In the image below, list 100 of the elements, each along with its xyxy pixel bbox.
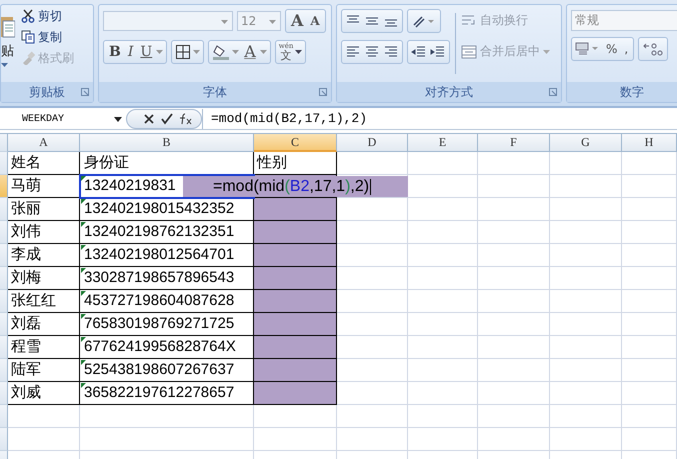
table-cell: 525438198607267637: [84, 361, 234, 378]
row-header[interactable]: [0, 175, 8, 198]
paste-label[interactable]: 贴: [1, 42, 14, 60]
empty-cell: [622, 244, 677, 267]
launcher-icon[interactable]: [81, 88, 89, 96]
table-cell: 姓名: [11, 154, 41, 171]
launcher-icon[interactable]: [319, 88, 327, 96]
row-header[interactable]: [0, 290, 8, 313]
empty-cell: [550, 290, 622, 313]
borders-icon[interactable]: [175, 44, 192, 60]
font-style-button[interactable]: I: [126, 44, 136, 58]
caret-icon: [114, 116, 122, 122]
font-name-dropdown[interactable]: [103, 10, 233, 30]
empty-cell: [622, 198, 677, 221]
empty-cell: [550, 405, 622, 428]
column-header[interactable]: C: [254, 134, 337, 152]
row-header[interactable]: [0, 428, 8, 451]
empty-cell: [478, 405, 550, 428]
column-header[interactable]: H: [622, 134, 677, 152]
row-header[interactable]: [0, 198, 8, 221]
empty-cell: [550, 359, 622, 382]
shrink-font-button[interactable]: A: [308, 14, 322, 26]
row-header[interactable]: [0, 313, 8, 336]
empty-cell: [622, 290, 677, 313]
empty-cell: [408, 313, 478, 336]
font-style-button[interactable]: U: [138, 44, 154, 58]
percent-button[interactable]: %: [604, 42, 620, 54]
empty-cell: [622, 405, 677, 428]
table-cell: 陆军: [11, 361, 41, 378]
row-header[interactable]: [0, 221, 8, 244]
empty-cell: [478, 428, 550, 451]
caret-icon: [543, 50, 550, 54]
horizontal-align-icon[interactable]: [364, 44, 380, 58]
clipboard-action[interactable]: 复制: [19, 28, 76, 46]
table-cell: 365822197612278657: [84, 384, 234, 401]
row-header[interactable]: [0, 359, 8, 382]
check-icon[interactable]: [161, 113, 173, 125]
empty-cell: [622, 175, 677, 198]
row-header[interactable]: [0, 336, 8, 359]
column-header[interactable]: D: [337, 134, 408, 152]
currency-icon[interactable]: [575, 40, 601, 56]
formula-input[interactable]: =mod(mid(B2,17,1),2): [202, 109, 677, 129]
table-cell: 67762419956828764X: [84, 338, 236, 355]
comma-button[interactable]: ,: [622, 42, 630, 54]
table-cell: 刘梅: [11, 269, 41, 286]
table-cell: 765830198769271725: [84, 315, 234, 332]
empty-cell: [622, 336, 677, 359]
column-header[interactable]: G: [550, 134, 622, 152]
empty-cell: [622, 152, 677, 175]
decimal-icon[interactable]: [642, 40, 664, 56]
row-header[interactable]: [0, 382, 8, 405]
row-header[interactable]: [0, 267, 8, 290]
group-label: 数字: [620, 84, 644, 100]
empty-cell: [337, 405, 408, 428]
empty-cell: [478, 267, 550, 290]
empty-cell: [478, 290, 550, 313]
font-color-button[interactable]: A: [242, 44, 258, 60]
empty-cell: [550, 382, 622, 405]
orientation-icon[interactable]: [411, 14, 437, 28]
row-header[interactable]: [0, 405, 8, 428]
row-header[interactable]: [0, 152, 8, 175]
table-cell: 李成: [11, 246, 41, 263]
row-header[interactable]: [0, 244, 8, 267]
horizontal-align-icon[interactable]: [345, 44, 361, 58]
column-header[interactable]: A: [8, 134, 80, 152]
empty-cell: [408, 336, 478, 359]
column-header[interactable]: F: [478, 134, 550, 152]
empty-cell: [478, 336, 550, 359]
cell-editor[interactable]: =mod(mid(B2,17,1),2): [183, 176, 408, 197]
merge-cells-icon: [461, 44, 477, 58]
empty-cell: [408, 244, 478, 267]
empty-cell: [408, 382, 478, 405]
brush-icon: [21, 51, 35, 65]
select-all-corner[interactable]: [0, 134, 8, 152]
empty-cell: [478, 244, 550, 267]
clipboard-action[interactable]: 剪切: [19, 7, 76, 25]
caret-icon[interactable]: [1, 63, 8, 67]
empty-cell: [622, 313, 677, 336]
table-cell: 453727198604087628: [84, 292, 234, 309]
empty-cell: [478, 359, 550, 382]
column-header[interactable]: B: [80, 134, 254, 152]
empty-cell: [550, 152, 622, 175]
empty-cell: [622, 221, 677, 244]
column-header[interactable]: E: [408, 134, 478, 152]
decrease-indent-icon[interactable]: [411, 44, 427, 58]
name-box[interactable]: WEEKDAY: [0, 110, 126, 128]
insert-function-icon[interactable]: [179, 113, 193, 125]
group-label: 剪贴板: [29, 84, 65, 100]
increase-indent-icon[interactable]: [430, 44, 446, 58]
empty-cell: [550, 221, 622, 244]
horizontal-align-icon[interactable]: [383, 44, 399, 58]
caret-icon[interactable]: [295, 50, 302, 54]
empty-cell: [622, 382, 677, 405]
font-style-button[interactable]: B: [107, 44, 123, 58]
fill-bucket-icon[interactable]: [212, 42, 230, 60]
launcher-icon[interactable]: [549, 88, 557, 96]
caret-icon: [269, 20, 276, 24]
cancel-icon[interactable]: [143, 113, 155, 125]
empty-cell: [622, 359, 677, 382]
grow-font-button[interactable]: A: [289, 12, 306, 28]
